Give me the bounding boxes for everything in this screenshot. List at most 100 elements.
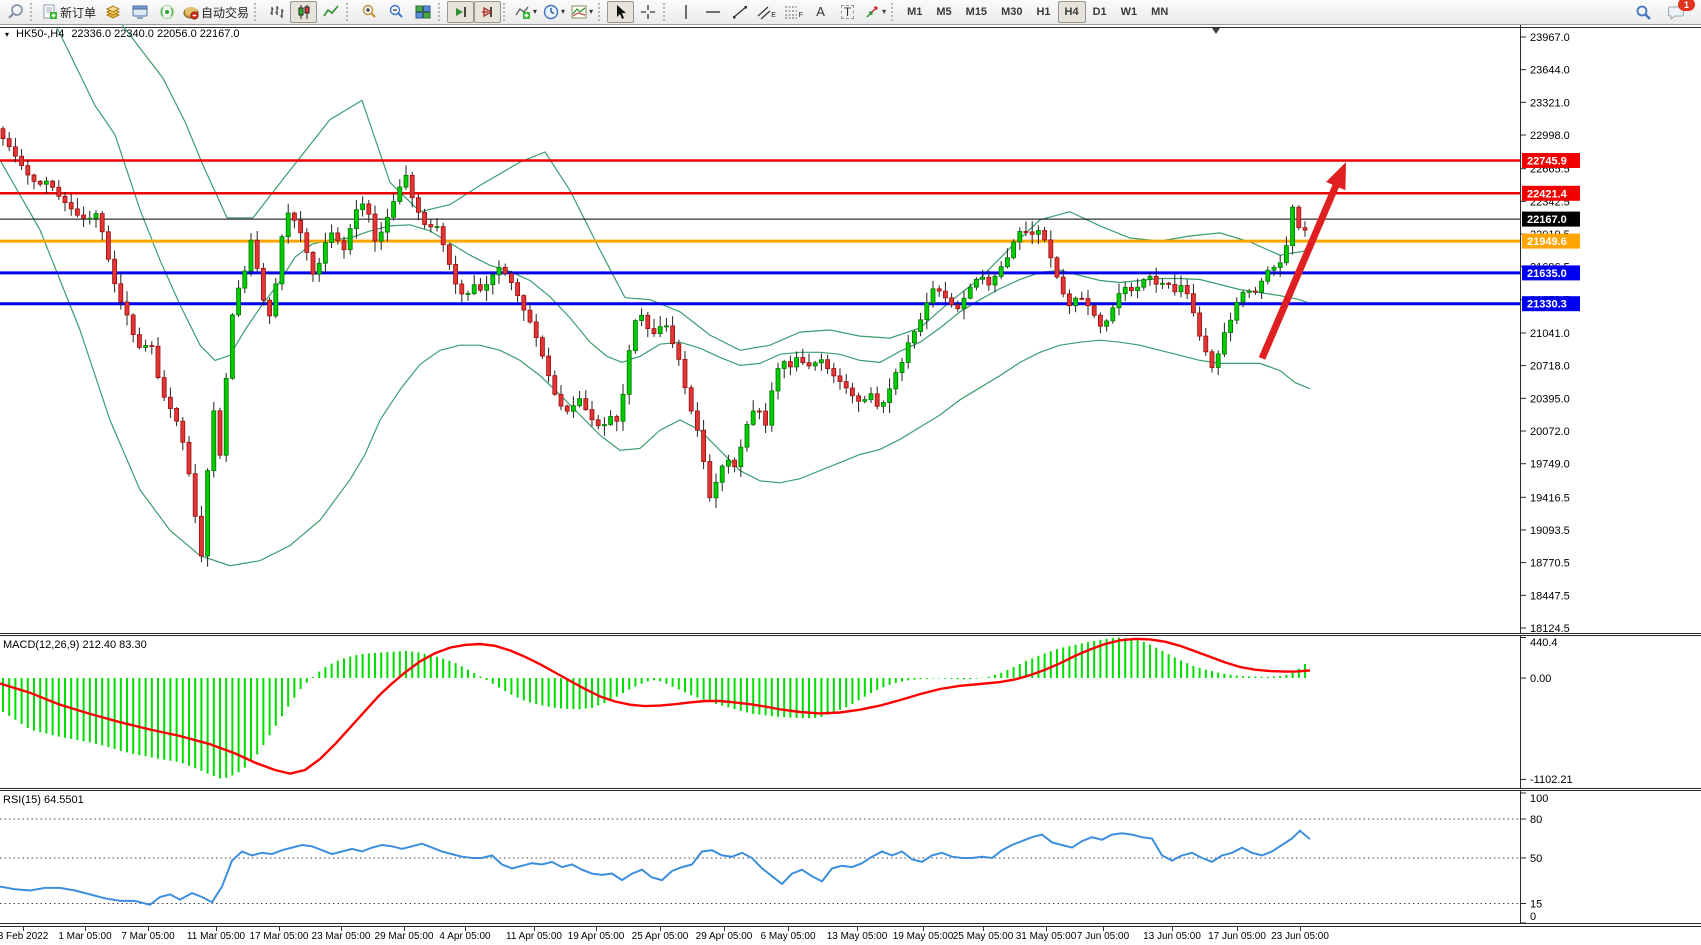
auto-trading-label: 自动交易 bbox=[201, 4, 249, 21]
toolbar-grip[interactable] bbox=[30, 3, 36, 21]
label-tool-glyph: T bbox=[841, 5, 854, 19]
price-tick-label: 20718.0 bbox=[1530, 361, 1570, 373]
navigator-icon[interactable] bbox=[153, 1, 180, 23]
new-order-button[interactable]: 新订单 bbox=[39, 1, 99, 23]
text-tool[interactable]: A bbox=[807, 1, 834, 23]
bollinger-upper-band bbox=[122, 25, 1310, 350]
trend-arrow-head bbox=[1326, 162, 1346, 190]
toolbar-grip[interactable] bbox=[346, 3, 352, 21]
time-tick-label: 25 Apr 05:00 bbox=[632, 931, 689, 942]
chevron-down-icon[interactable]: ▾ bbox=[533, 8, 537, 16]
time-tick-label: 11 Apr 05:00 bbox=[506, 931, 562, 942]
macd-indicator-label: MACD(12,26,9) 212.40 83.30 bbox=[3, 639, 147, 651]
auto-scroll-button[interactable] bbox=[447, 1, 474, 23]
timeframe-button-m30[interactable]: M30 bbox=[994, 1, 1029, 23]
time-tick-label: 19 May 05:00 bbox=[893, 931, 954, 942]
toolbar-grip[interactable] bbox=[438, 3, 444, 21]
time-tick-label: 23 Jun 05:00 bbox=[1271, 931, 1329, 942]
timeframe-button-h4[interactable]: H4 bbox=[1058, 1, 1086, 23]
time-tick-label: 7 Jun 05:00 bbox=[1077, 931, 1129, 942]
time-axis[interactable]: 3 Feb 20221 Mar 05:007 Mar 05:0011 Mar 0… bbox=[0, 926, 1701, 945]
chevron-down-icon[interactable]: ▾ bbox=[882, 8, 886, 16]
crosshair-tool-button[interactable] bbox=[634, 1, 661, 23]
rsi-tick-label: 50 bbox=[1530, 853, 1542, 865]
svg-text:21949.6: 21949.6 bbox=[1527, 236, 1567, 248]
time-tick-label: 6 May 05:00 bbox=[760, 931, 815, 942]
chevron-down-icon[interactable]: ▾ bbox=[589, 8, 593, 16]
toolbar-grip[interactable] bbox=[891, 3, 897, 21]
templates-button[interactable]: ▾ bbox=[568, 1, 596, 23]
horizontal-line-tool[interactable] bbox=[699, 1, 726, 23]
zoom-in-button[interactable] bbox=[355, 1, 382, 23]
time-tick-label: 3 Feb 2022 bbox=[0, 931, 48, 942]
cursor-tool-button[interactable] bbox=[607, 1, 634, 23]
chart-shift-button[interactable] bbox=[474, 1, 501, 23]
toolbar-grip[interactable] bbox=[663, 3, 669, 21]
periods-button[interactable]: ▾ bbox=[540, 1, 568, 23]
time-tick-label: 19 Apr 05:00 bbox=[568, 931, 625, 942]
channel-subscript: E bbox=[771, 12, 776, 19]
macd-tick-label: 0.00 bbox=[1530, 673, 1551, 685]
price-tick-label: 18770.5 bbox=[1530, 558, 1570, 570]
timeframe-button-h1[interactable]: H1 bbox=[1029, 1, 1057, 23]
toolbar-grip[interactable] bbox=[503, 3, 509, 21]
candlestick-mode-button[interactable] bbox=[290, 1, 317, 23]
indicators-button[interactable]: ▾ bbox=[512, 1, 540, 23]
timeframe-button-w1[interactable]: W1 bbox=[1114, 1, 1145, 23]
vertical-line-tool[interactable] bbox=[672, 1, 699, 23]
zoom-out-button[interactable] bbox=[382, 1, 409, 23]
equidistant-channel-tool[interactable]: E bbox=[753, 1, 780, 23]
trendline-tool[interactable] bbox=[726, 1, 753, 23]
price-tick-label: 19749.0 bbox=[1530, 459, 1570, 471]
timeframe-button-m5[interactable]: M5 bbox=[929, 1, 958, 23]
svg-text:22421.4: 22421.4 bbox=[1527, 188, 1568, 200]
price-tick-label: 22998.0 bbox=[1530, 130, 1570, 142]
rsi-tick-label: 0 bbox=[1530, 911, 1536, 923]
timeframe-button-mn[interactable]: MN bbox=[1144, 1, 1175, 23]
chevron-down-icon[interactable]: ▾ bbox=[561, 8, 565, 16]
time-tick-label: 4 Apr 05:00 bbox=[439, 931, 490, 942]
rsi-tick-label: 100 bbox=[1530, 793, 1548, 805]
timeframe-button-d1[interactable]: D1 bbox=[1086, 1, 1114, 23]
auto-trading-button[interactable]: 自动交易 bbox=[180, 1, 252, 23]
rsi-tick-label: 80 bbox=[1530, 814, 1542, 826]
price-tick-label: 20395.0 bbox=[1530, 393, 1570, 405]
clipped-chart-icon[interactable] bbox=[1, 1, 28, 23]
timeframe-toolbar: M1M5M15M30H1H4D1W1MN bbox=[900, 1, 1175, 23]
rsi-canvas[interactable]: 100 80 50 150 bbox=[0, 791, 1701, 923]
main-chart-canvas[interactable]: 23967.023644.023321.022998.022665.522342… bbox=[0, 25, 1701, 633]
price-tick-label: 19093.5 bbox=[1530, 525, 1570, 537]
timeframe-button-m1[interactable]: M1 bbox=[900, 1, 929, 23]
macd-tick-label: 440.4 bbox=[1530, 637, 1558, 649]
price-tick-label: 18447.5 bbox=[1530, 590, 1570, 602]
one-click-trading-toggle[interactable]: ▾ bbox=[5, 30, 9, 39]
rsi-tick-label: 15 bbox=[1530, 899, 1542, 911]
search-icon[interactable] bbox=[1630, 1, 1657, 23]
toolbar-grip[interactable] bbox=[254, 3, 260, 21]
timeframe-button-m15[interactable]: M15 bbox=[959, 1, 994, 23]
toolbar-grip[interactable] bbox=[598, 3, 604, 21]
price-tick-label: 21041.0 bbox=[1530, 328, 1570, 340]
fibonacci-tool[interactable]: F bbox=[780, 1, 807, 23]
time-tick-label: 29 Mar 05:00 bbox=[375, 931, 434, 942]
time-tick-label: 29 Apr 05:00 bbox=[696, 931, 753, 942]
fibo-subscript: F bbox=[798, 12, 802, 19]
price-tick-label: 20072.0 bbox=[1530, 426, 1570, 438]
rsi-indicator-label: RSI(15) 64.5501 bbox=[3, 794, 84, 806]
time-tick-label: 7 Mar 05:00 bbox=[121, 931, 174, 942]
tile-windows-icon[interactable] bbox=[409, 1, 436, 23]
svg-text:22167.0: 22167.0 bbox=[1527, 214, 1567, 226]
data-window-icon[interactable] bbox=[126, 1, 153, 23]
macd-canvas[interactable]: 440.40.00-1102.21 bbox=[0, 636, 1701, 788]
time-tick-label: 11 Mar 05:00 bbox=[187, 931, 245, 942]
line-chart-mode-button[interactable] bbox=[317, 1, 344, 23]
market-watch-icon[interactable] bbox=[99, 1, 126, 23]
price-tick-label: 23644.0 bbox=[1530, 65, 1570, 77]
notification-badge: 1 bbox=[1678, 0, 1695, 11]
bar-chart-mode-button[interactable] bbox=[263, 1, 290, 23]
price-tick-label: 23967.0 bbox=[1530, 32, 1570, 44]
svg-text:21635.0: 21635.0 bbox=[1527, 268, 1567, 280]
notifications-chat-button[interactable]: 1 bbox=[1663, 1, 1690, 23]
arrows-tool[interactable]: ▾ bbox=[861, 1, 889, 23]
text-label-tool[interactable]: T bbox=[834, 1, 861, 23]
